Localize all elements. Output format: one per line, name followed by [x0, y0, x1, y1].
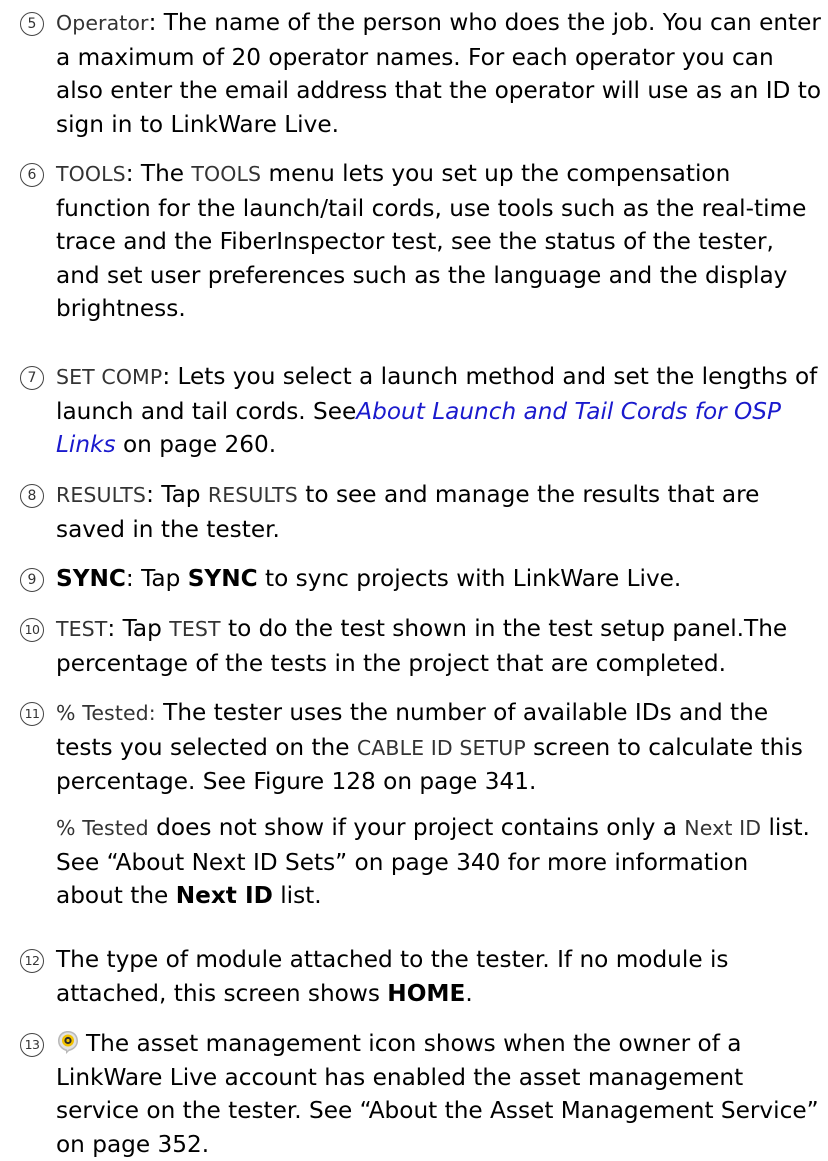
callout-number: 11 — [20, 702, 44, 726]
term-home: HOME — [387, 979, 466, 1007]
asset-management-icon — [56, 1030, 80, 1054]
description: : The name of the person who does the jo… — [56, 9, 822, 138]
term-next-id-bold: Next ID — [175, 882, 273, 909]
term-sync-button: SYNC — [187, 565, 258, 592]
term-percent-tested: % Tested: — [56, 701, 156, 725]
term-percent-tested-note: % Tested — [56, 816, 149, 840]
term-results-button: RESULTS — [207, 483, 298, 507]
callout-number: 8 — [20, 484, 44, 508]
term-test: TEST — [56, 617, 108, 641]
term-results: RESULTS — [56, 483, 147, 507]
term-set-comp: SET COMP — [56, 365, 163, 389]
description: to sync projects with LinkWare Live. — [257, 565, 682, 592]
callout-number: 6 — [20, 163, 44, 187]
callout-number: 7 — [20, 366, 44, 390]
term-tools-menu: TOOLS — [191, 162, 262, 186]
term-sync: SYNC — [56, 565, 126, 592]
description: The asset management icon shows when the… — [56, 1030, 819, 1158]
term-operator: Operator — [56, 11, 149, 35]
term-tools: TOOLS — [56, 162, 126, 186]
term-cable-id-setup: CABLE ID SETUP — [356, 735, 526, 760]
note-paragraph: % Tested does not show if your project c… — [56, 814, 810, 909]
term-next-id: Next ID — [684, 816, 762, 840]
callout-number: 12 — [20, 949, 44, 973]
term-test-button: TEST — [169, 617, 221, 641]
callout-number: 5 — [20, 12, 44, 36]
callout-number: 10 — [20, 618, 44, 642]
callout-number: 13 — [20, 1033, 44, 1057]
callout-number: 9 — [20, 568, 44, 592]
